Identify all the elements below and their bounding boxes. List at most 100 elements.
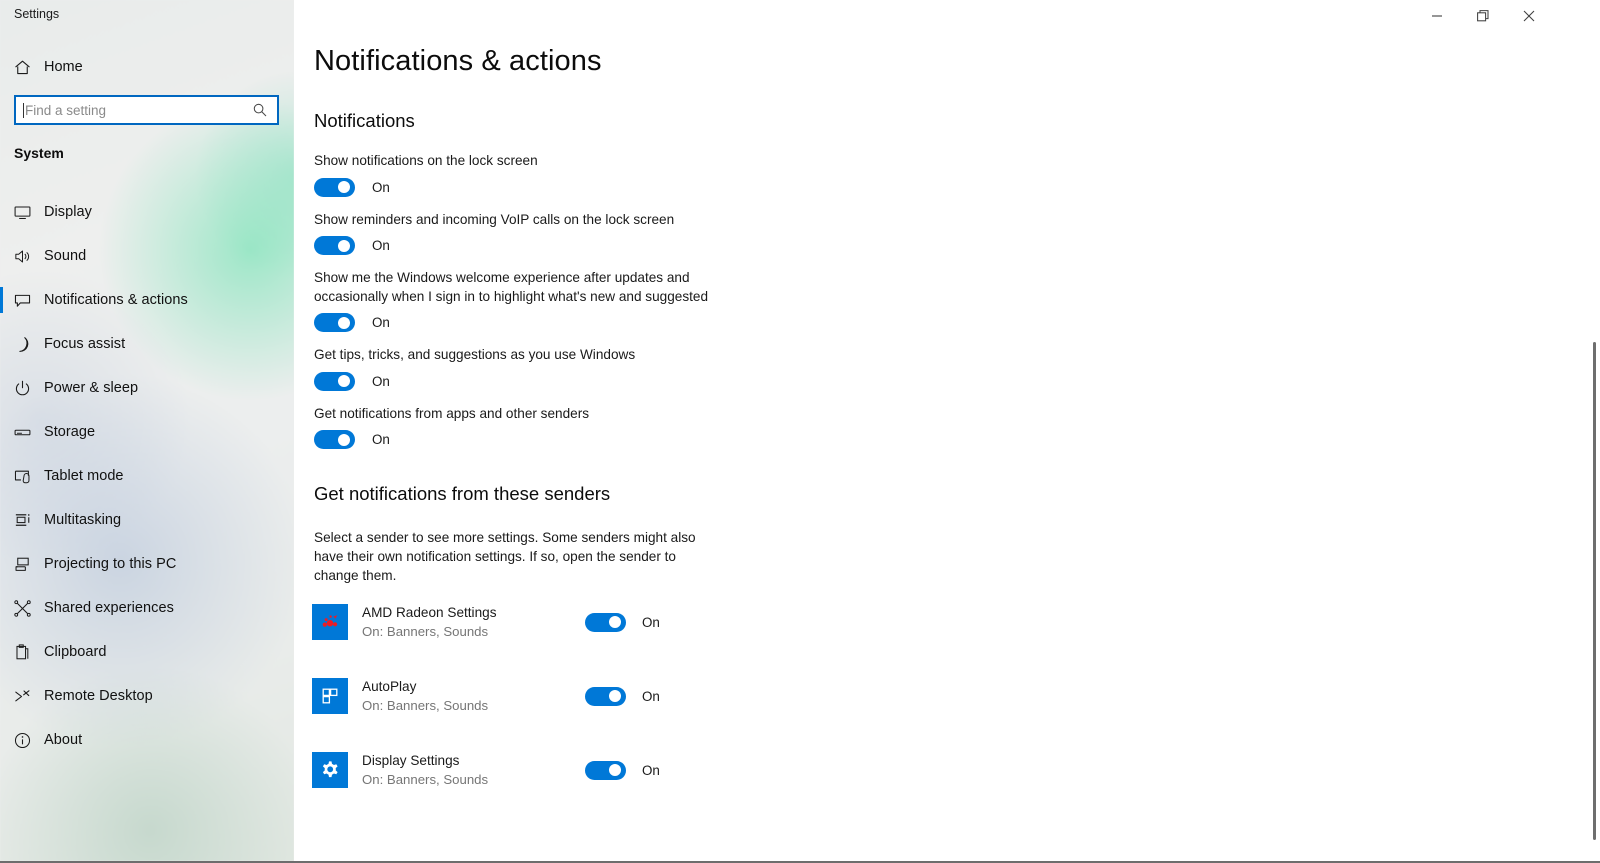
monitor-icon — [0, 203, 44, 222]
toggle-knob — [338, 239, 350, 252]
sidebar-item-focus-assist[interactable]: Focus assist — [0, 322, 294, 366]
sidebar-item-label: Power & sleep — [44, 380, 139, 396]
sidebar-item-label: Clipboard — [44, 644, 107, 660]
sender-text: Display Settings On: Banners, Sounds — [362, 751, 577, 789]
sidebar-item-notifications-actions[interactable]: Notifications & actions — [0, 278, 294, 322]
gear-icon — [312, 752, 348, 788]
toggle-state-label: On — [642, 614, 660, 630]
sender-name: AutoPlay — [362, 679, 417, 694]
search-box[interactable] — [14, 95, 279, 125]
sidebar-item-multitasking[interactable]: Multitasking — [0, 498, 294, 542]
selection-indicator — [0, 463, 3, 489]
selection-indicator — [0, 551, 3, 577]
multitask-icon — [0, 511, 44, 530]
sender-text: AMD Radeon Settings On: Banners, Sounds — [362, 603, 577, 641]
setting-tips-tricks: Get tips, tricks, and suggestions as you… — [314, 346, 1014, 391]
toggle-state-label: On — [642, 762, 660, 778]
sidebar-item-storage[interactable]: Storage — [0, 410, 294, 454]
projector-icon — [0, 555, 44, 574]
selection-indicator — [0, 331, 3, 357]
toggle-row: On — [314, 313, 1014, 332]
minimize-icon — [1431, 10, 1443, 22]
toggle-knob — [338, 433, 350, 446]
sidebar-item-home[interactable]: Home — [0, 52, 294, 82]
toggle-switch[interactable] — [585, 686, 626, 706]
sidebar-item-power-sleep[interactable]: Power & sleep — [0, 366, 294, 410]
info-icon — [0, 731, 44, 750]
toggle-row: On — [585, 686, 660, 706]
selection-indicator — [0, 639, 3, 665]
sidebar-item-label: Tablet mode — [44, 468, 124, 484]
sidebar-item-remote-desktop[interactable]: Remote Desktop — [0, 674, 294, 718]
sidebar-item-label: Projecting to this PC — [44, 556, 177, 572]
selection-indicator — [0, 375, 3, 401]
toggle-knob — [609, 616, 621, 628]
toggle-state-label: On — [372, 315, 390, 330]
sidebar-item-clipboard[interactable]: Clipboard — [0, 630, 294, 674]
toggle-switch[interactable] — [585, 612, 626, 632]
sidebar-item-label: Remote Desktop — [44, 688, 153, 704]
sidebar-item-projecting-to-this-pc[interactable]: Projecting to this PC — [0, 542, 294, 586]
toggle-row: On — [314, 177, 1014, 197]
search-icon[interactable] — [252, 102, 268, 118]
sender-row-autoplay[interactable]: AutoPlay On: Banners, Sounds On — [312, 659, 1012, 733]
text-caret — [23, 102, 24, 118]
selection-indicator — [0, 727, 3, 753]
toggle-switch[interactable] — [314, 371, 355, 391]
toggle-knob — [338, 181, 350, 193]
section-heading-notifications: Notifications — [314, 110, 415, 131]
selection-indicator — [0, 595, 3, 621]
sidebar-item-label: Notifications & actions — [44, 292, 188, 308]
vertical-scrollbar[interactable] — [1586, 32, 1600, 861]
power-icon — [0, 379, 44, 398]
sidebar-nav-list: Display Sound Notifications & actions Fo… — [0, 190, 294, 762]
notification-settings-list: Show notifications on the lock screen On… — [314, 152, 1014, 463]
remote-desktop-icon — [0, 687, 44, 706]
sidebar-item-about[interactable]: About — [0, 718, 294, 762]
sender-row-amd-radeon-settings[interactable]: AMD Radeon Settings On: Banners, Sounds … — [312, 585, 1012, 659]
sender-text: AutoPlay On: Banners, Sounds — [362, 677, 577, 715]
sender-subtitle: On: Banners, Sounds — [362, 698, 489, 713]
sidebar-item-label: Focus assist — [44, 336, 126, 352]
toggle-state-label: On — [642, 688, 660, 704]
toggle-switch[interactable] — [314, 313, 355, 332]
toggle-row: On — [314, 371, 1014, 391]
sidebar-item-tablet-mode[interactable]: Tablet mode — [0, 454, 294, 498]
sidebar-item-label: About — [44, 732, 83, 748]
selection-indicator — [0, 199, 3, 225]
toggle-state-label: On — [372, 238, 390, 253]
settings-window: Settings Settings — [0, 0, 1600, 863]
toggle-switch[interactable] — [585, 760, 626, 780]
search-input[interactable] — [25, 102, 252, 118]
toggle-state-label: On — [372, 432, 390, 447]
restore-icon — [1476, 9, 1490, 23]
section-heading-senders: Get notifications from these senders — [314, 483, 611, 504]
selection-indicator — [0, 287, 3, 313]
restore-button[interactable] — [1460, 0, 1506, 32]
sidebar-home-label: Home — [44, 59, 83, 75]
sidebar-item-label: Multitasking — [44, 512, 122, 528]
toggle-switch[interactable] — [314, 236, 355, 255]
toggle-switch[interactable] — [314, 430, 355, 449]
sender-subtitle: On: Banners, Sounds — [362, 772, 489, 787]
sender-name: AMD Radeon Settings — [362, 605, 497, 620]
sidebar-item-label: Sound — [44, 248, 87, 264]
setting-label: Get tips, tricks, and suggestions as you… — [314, 347, 636, 362]
share-nodes-icon — [0, 599, 44, 618]
sender-row-display-settings[interactable]: Display Settings On: Banners, Sounds On — [312, 733, 1012, 807]
title-bar: Settings — [0, 0, 1600, 32]
sidebar-item-label: Storage — [44, 424, 96, 440]
sidebar-item-label: Display — [44, 204, 92, 220]
toggle-switch[interactable] — [314, 177, 355, 197]
senders-description: Select a sender to see more settings. So… — [314, 530, 696, 583]
sidebar-item-sound[interactable]: Sound — [0, 234, 294, 278]
close-button[interactable] — [1506, 0, 1552, 32]
setting-label: Get notifications from apps and other se… — [314, 405, 590, 421]
sender-name: Display Settings — [362, 753, 460, 768]
sidebar-item-display[interactable]: Display — [0, 190, 294, 234]
setting-welcome-experience: Show me the Windows welcome experience a… — [314, 269, 1014, 332]
toggle-row: On — [585, 612, 660, 632]
sidebar-item-shared-experiences[interactable]: Shared experiences — [0, 586, 294, 630]
scrollbar-thumb[interactable] — [1593, 342, 1596, 840]
minimize-button[interactable] — [1414, 0, 1460, 32]
